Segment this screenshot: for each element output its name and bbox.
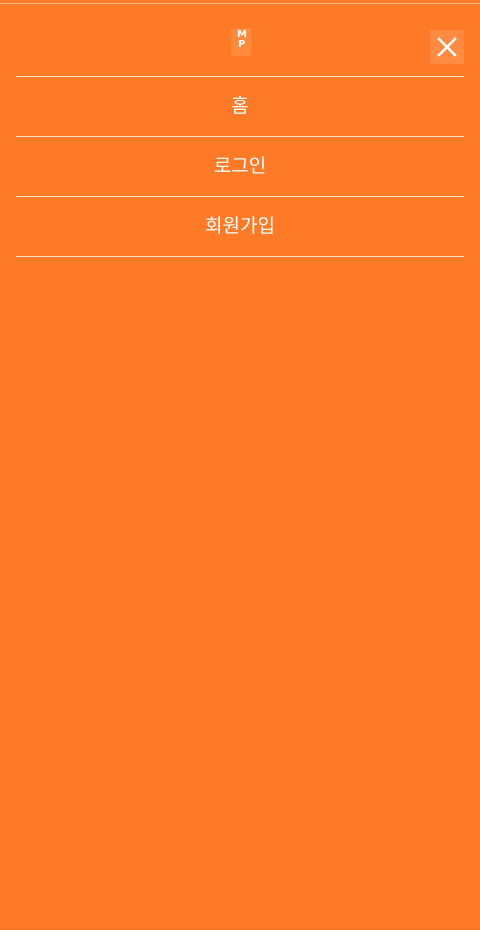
- mobile-screen: M P 홈 로그인 회원가입: [0, 0, 480, 932]
- top-divider: [0, 3, 480, 4]
- menu-item-label: 홈: [231, 95, 249, 117]
- menu-header: M P: [0, 8, 480, 74]
- menu-item-login[interactable]: 로그인: [16, 136, 464, 196]
- navigation-list: 홈 로그인 회원가입: [16, 76, 464, 257]
- close-menu-button[interactable]: [430, 30, 464, 64]
- close-icon: [437, 37, 457, 57]
- menu-item-signup[interactable]: 회원가입: [16, 196, 464, 257]
- menu-item-home[interactable]: 홈: [16, 76, 464, 136]
- mobile-navigation-menu: M P 홈 로그인 회원가입: [0, 0, 480, 930]
- brand-logo[interactable]: M P: [231, 28, 251, 56]
- menu-item-label: 로그인: [213, 155, 267, 177]
- menu-item-label: 회원가입: [205, 215, 275, 237]
- logo-letter-bottom: P: [238, 39, 246, 50]
